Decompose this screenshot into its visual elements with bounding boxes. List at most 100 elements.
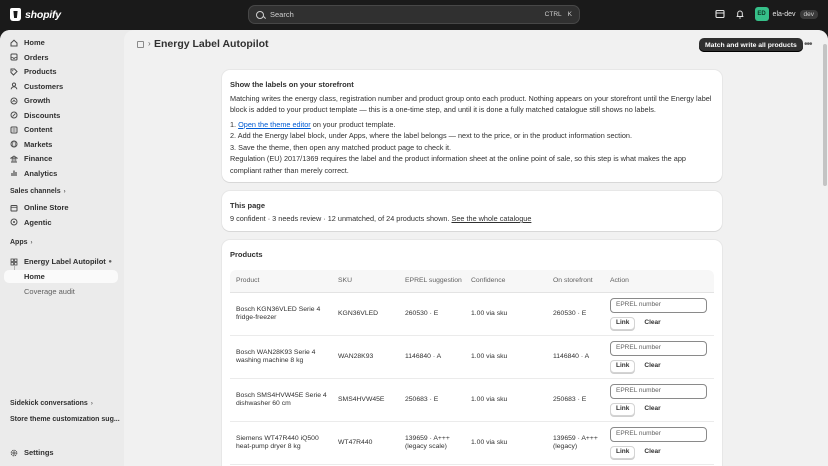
step-2: 2. Add the Energy label block, under App… — [230, 131, 632, 140]
action-cell: EPREL number Link Clear — [604, 422, 714, 464]
apps-heading[interactable]: Apps › — [10, 239, 33, 246]
eprel-number-input[interactable]: EPREL number — [610, 427, 707, 442]
action-cell: EPREL number Link Clear — [604, 336, 714, 378]
inbox-icon — [10, 53, 18, 61]
sidebar-item-orders[interactable]: Orders — [4, 51, 118, 64]
home-icon — [10, 39, 18, 46]
column-on-storefront: On storefront — [553, 277, 593, 284]
this-page-card: This page 9 confident · 3 needs review ·… — [222, 191, 722, 231]
shortcut-ctrl: CTRL — [544, 11, 562, 18]
sidebar-item-discounts[interactable]: Discounts — [4, 109, 118, 122]
eprel-suggestion: 1146840 · A — [405, 352, 442, 360]
sidebar-item-customers[interactable]: Customers — [4, 80, 118, 93]
eprel-number-input[interactable]: EPREL number — [610, 384, 707, 399]
sidebar-item-online-store[interactable]: Online Store — [4, 201, 118, 214]
products-card: Products Product SKU EPREL suggestion Co… — [222, 240, 722, 466]
admin-frame: Home Orders Products Customers Growth Di… — [0, 30, 828, 466]
shopify-logo[interactable]: shopify — [10, 8, 61, 21]
product-name: Siemens WT47R440 iQ500 heat-pump dryer 8… — [236, 434, 319, 451]
app-grid-icon — [10, 258, 18, 265]
sidebar-item-analytics[interactable]: Analytics — [4, 167, 118, 180]
regulation-note: Regulation (EU) 2017/1369 requires the l… — [230, 154, 686, 175]
card-heading: Show the labels on your storefront — [230, 80, 354, 89]
avatar: ED — [754, 7, 769, 21]
bell-icon[interactable] — [735, 9, 745, 19]
storefront-icon — [10, 204, 18, 211]
step-1: 1. Open the theme editor on your product… — [230, 119, 396, 129]
sidekick-conversations-heading[interactable]: Sidekick conversations › — [10, 400, 93, 407]
store-icon[interactable] — [714, 9, 725, 19]
discount-icon — [10, 111, 18, 119]
step-3: 3. Save the theme, then open any matched… — [230, 142, 452, 152]
chevron-right-icon: › — [148, 39, 151, 48]
search-bar[interactable]: Search CTRL K — [248, 5, 580, 24]
sku: SMS4HVW45E — [338, 395, 385, 403]
sidebar: Home Orders Products Customers Growth Di… — [0, 30, 124, 466]
sku: WAN28K93 — [338, 352, 374, 360]
sku: WT47R440 — [338, 438, 373, 446]
see-whole-catalogue-link[interactable]: See the whole catalogue — [451, 214, 531, 223]
sidebar-subitem-home[interactable]: Home — [4, 270, 118, 283]
on-storefront: 260530 · E — [553, 309, 587, 317]
link-button[interactable]: Link — [610, 446, 636, 459]
confidence: 1.00 via sku — [471, 309, 508, 317]
dev-badge: dev — [799, 9, 818, 19]
sidebar-item-content[interactable]: Content — [4, 123, 118, 136]
confidence: 1.00 via sku — [471, 352, 508, 360]
product-name: Bosch SMS4HVW45E Serie 4 dishwasher 60 c… — [236, 391, 327, 408]
match-and-write-button[interactable]: Match and write all products — [699, 38, 803, 52]
sidebar-subitem-coverage-audit[interactable]: Coverage audit — [4, 285, 118, 298]
eprel-number-input[interactable]: EPREL number — [610, 341, 707, 356]
clear-button[interactable]: Clear — [641, 360, 663, 373]
pin-icon[interactable]: ● — [108, 259, 112, 265]
product-name: Bosch WAN28K93 Serie 4 washing machine 8… — [236, 348, 316, 365]
clear-button[interactable]: Clear — [641, 317, 663, 330]
sidebar-item-agentic[interactable]: Agentic — [4, 216, 118, 229]
sales-channels-heading[interactable]: Sales channels › — [10, 188, 66, 195]
on-storefront: 250683 · E — [553, 395, 587, 403]
page-title: Energy Label Autopilot — [154, 38, 269, 50]
column-eprel-suggestion: EPREL suggestion — [405, 277, 462, 284]
sidebar-item-markets[interactable]: Markets — [4, 138, 118, 151]
brand-name: shopify — [25, 8, 61, 21]
search-placeholder: Search — [270, 10, 294, 19]
column-product: Product — [236, 277, 260, 284]
confidence: 1.00 via sku — [471, 438, 508, 446]
store-theme-suggestion[interactable]: Store theme customization sug... — [10, 416, 120, 423]
sidebar-item-finance[interactable]: Finance — [4, 152, 118, 165]
sidebar-item-products[interactable]: Products — [4, 65, 118, 78]
page-header: › Energy Label Autopilot Match and write… — [124, 30, 828, 58]
store-name: ela-dev — [772, 10, 796, 18]
column-sku: SKU — [338, 277, 352, 284]
eprel-suggestion: 260530 · E — [405, 309, 439, 317]
person-icon — [10, 82, 18, 90]
page-summary: 9 confident · 3 needs review · 12 unmatc… — [230, 214, 532, 223]
card-heading: Products — [230, 250, 263, 259]
sidebar-item-growth[interactable]: Growth — [4, 94, 118, 107]
link-button[interactable]: Link — [610, 317, 636, 330]
action-cell: EPREL number Link Clear — [604, 293, 714, 335]
store-switcher[interactable]: ED ela-dev dev — [754, 7, 818, 21]
sidebar-item-settings[interactable]: Settings — [4, 446, 118, 459]
app-page-icon — [137, 41, 144, 48]
chevron-right-icon: › — [30, 239, 33, 246]
eprel-number-input[interactable]: EPREL number — [610, 298, 707, 313]
open-theme-editor-link[interactable]: Open the theme editor — [238, 120, 311, 129]
clear-button[interactable]: Clear — [641, 403, 663, 416]
main-content: › Energy Label Autopilot Match and write… — [124, 30, 828, 466]
scrollbar[interactable] — [823, 44, 827, 186]
content-icon — [10, 126, 18, 133]
sidebar-item-home[interactable]: Home — [4, 36, 118, 49]
action-cell: EPREL number Link Clear — [604, 379, 714, 421]
link-button[interactable]: Link — [610, 403, 636, 416]
table-header: Product SKU EPREL suggestion Confidence … — [230, 270, 714, 293]
clear-button[interactable]: Clear — [641, 446, 663, 459]
search-icon — [256, 10, 264, 19]
more-actions-icon[interactable]: ••• — [804, 39, 812, 50]
card-heading: This page — [230, 201, 266, 210]
bar-chart-icon — [11, 170, 17, 176]
confidence: 1.00 via sku — [471, 395, 508, 403]
link-button[interactable]: Link — [610, 360, 636, 373]
table-row: Bosch KGN36VLED Serie 4 fridge-freezer K… — [230, 293, 714, 336]
gear-icon — [10, 449, 18, 456]
